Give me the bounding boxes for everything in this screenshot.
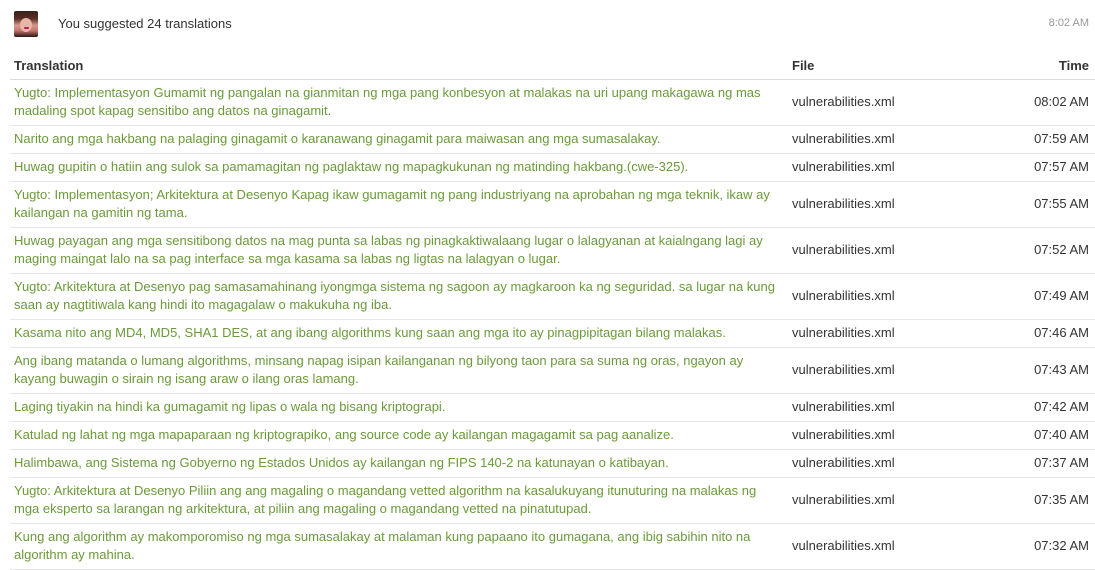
column-header-file: File [788,55,978,80]
time-value: 08:02 AM [978,79,1095,126]
file-name: vulnerabilities.xml [788,319,978,348]
translation-text[interactable]: Ang ibang matanda o lumang algorithms, m… [10,347,788,394]
translation-text[interactable]: Halimbawa, ang Sistema ng Gobyerno ng Es… [10,449,788,478]
translation-text[interactable]: Kung ang algorithm ay makomporomiso ng m… [10,523,788,570]
time-value: 07:37 AM [978,449,1095,478]
time-value: 07:32 AM [978,523,1095,570]
file-name: vulnerabilities.xml [788,347,978,394]
column-header-time: Time [978,55,1095,80]
table-row: Huwag gupitin o hatiin ang sulok sa pama… [10,153,1095,182]
time-value: 07:49 AM [978,273,1095,320]
time-value: 07:46 AM [978,319,1095,348]
time-value: 07:35 AM [978,477,1095,524]
translation-text[interactable]: Kasama nito ang MD4, MD5, SHA1 DES, at a… [10,319,788,348]
avatar-lips [24,27,29,29]
translation-text[interactable]: Huwag gupitin o hatiin ang sulok sa pama… [10,153,788,182]
table-row: Katulad ng lahat ng mga mapaparaan ng kr… [10,421,1095,450]
time-value: 07:55 AM [978,181,1095,228]
translation-text[interactable]: Yugto: Arkitektura at Desenyo Piliin ang… [10,477,788,524]
table-row: Narito ang mga hakbang na palaging ginag… [10,125,1095,154]
table-header-row: Translation File Time [10,55,1095,80]
translation-text[interactable]: Yugto: Implementasyon Gumamit ng pangala… [10,79,788,126]
avatar[interactable] [14,11,38,37]
table-row: Yugto: Arkitektura at Desenyo Piliin ang… [10,477,1095,524]
time-value: 07:40 AM [978,421,1095,450]
translation-text[interactable]: Laging tiyakin na hindi ka gumagamit ng … [10,393,788,422]
activity-time: 8:02 AM [1048,17,1089,29]
file-name: vulnerabilities.xml [788,79,978,126]
file-name: vulnerabilities.xml [788,449,978,478]
file-name: vulnerabilities.xml [788,227,978,274]
table-row: Kasama nito ang MD4, MD5, SHA1 DES, at a… [10,319,1095,348]
table-row: Yugto: Arkitektura at Desenyo pag samasa… [10,273,1095,320]
file-name: vulnerabilities.xml [788,125,978,154]
translation-text[interactable]: Yugto: Implementasyon; Arkitektura at De… [10,181,788,228]
table-row: Yugto: Implementasyon Gumamit ng pangala… [10,79,1095,126]
translation-text[interactable]: Yugto: Arkitektura at Desenyo pag samasa… [10,273,788,320]
activity-summary: You suggested 24 translations [58,16,232,31]
table-row: Huwag payagan ang mga sensitibong datos … [10,227,1095,274]
time-value: 07:57 AM [978,153,1095,182]
translation-text[interactable]: Huwag payagan ang mga sensitibong datos … [10,227,788,274]
avatar-face [20,18,32,32]
time-value: 07:42 AM [978,393,1095,422]
file-name: vulnerabilities.xml [788,477,978,524]
time-value: 07:43 AM [978,347,1095,394]
column-header-translation: Translation [10,55,788,80]
time-value: 07:52 AM [978,227,1095,274]
table-row: Yugto: Implementasyon; Arkitektura at De… [10,181,1095,228]
table-row: Ang ibang matanda o lumang algorithms, m… [10,347,1095,394]
time-value: 07:59 AM [978,125,1095,154]
file-name: vulnerabilities.xml [788,523,978,570]
table-row: Kung ang algorithm ay makomporomiso ng m… [10,523,1095,570]
translation-text[interactable]: Katulad ng lahat ng mga mapaparaan ng kr… [10,421,788,450]
activity-header: You suggested 24 translations 8:02 AM [0,0,1095,48]
translations-table: Translation File Time Yugto: Implementas… [10,55,1095,570]
table-row: Laging tiyakin na hindi ka gumagamit ng … [10,393,1095,422]
file-name: vulnerabilities.xml [788,393,978,422]
file-name: vulnerabilities.xml [788,273,978,320]
file-name: vulnerabilities.xml [788,181,978,228]
table-row: Halimbawa, ang Sistema ng Gobyerno ng Es… [10,449,1095,478]
file-name: vulnerabilities.xml [788,421,978,450]
file-name: vulnerabilities.xml [788,153,978,182]
translation-text[interactable]: Narito ang mga hakbang na palaging ginag… [10,125,788,154]
